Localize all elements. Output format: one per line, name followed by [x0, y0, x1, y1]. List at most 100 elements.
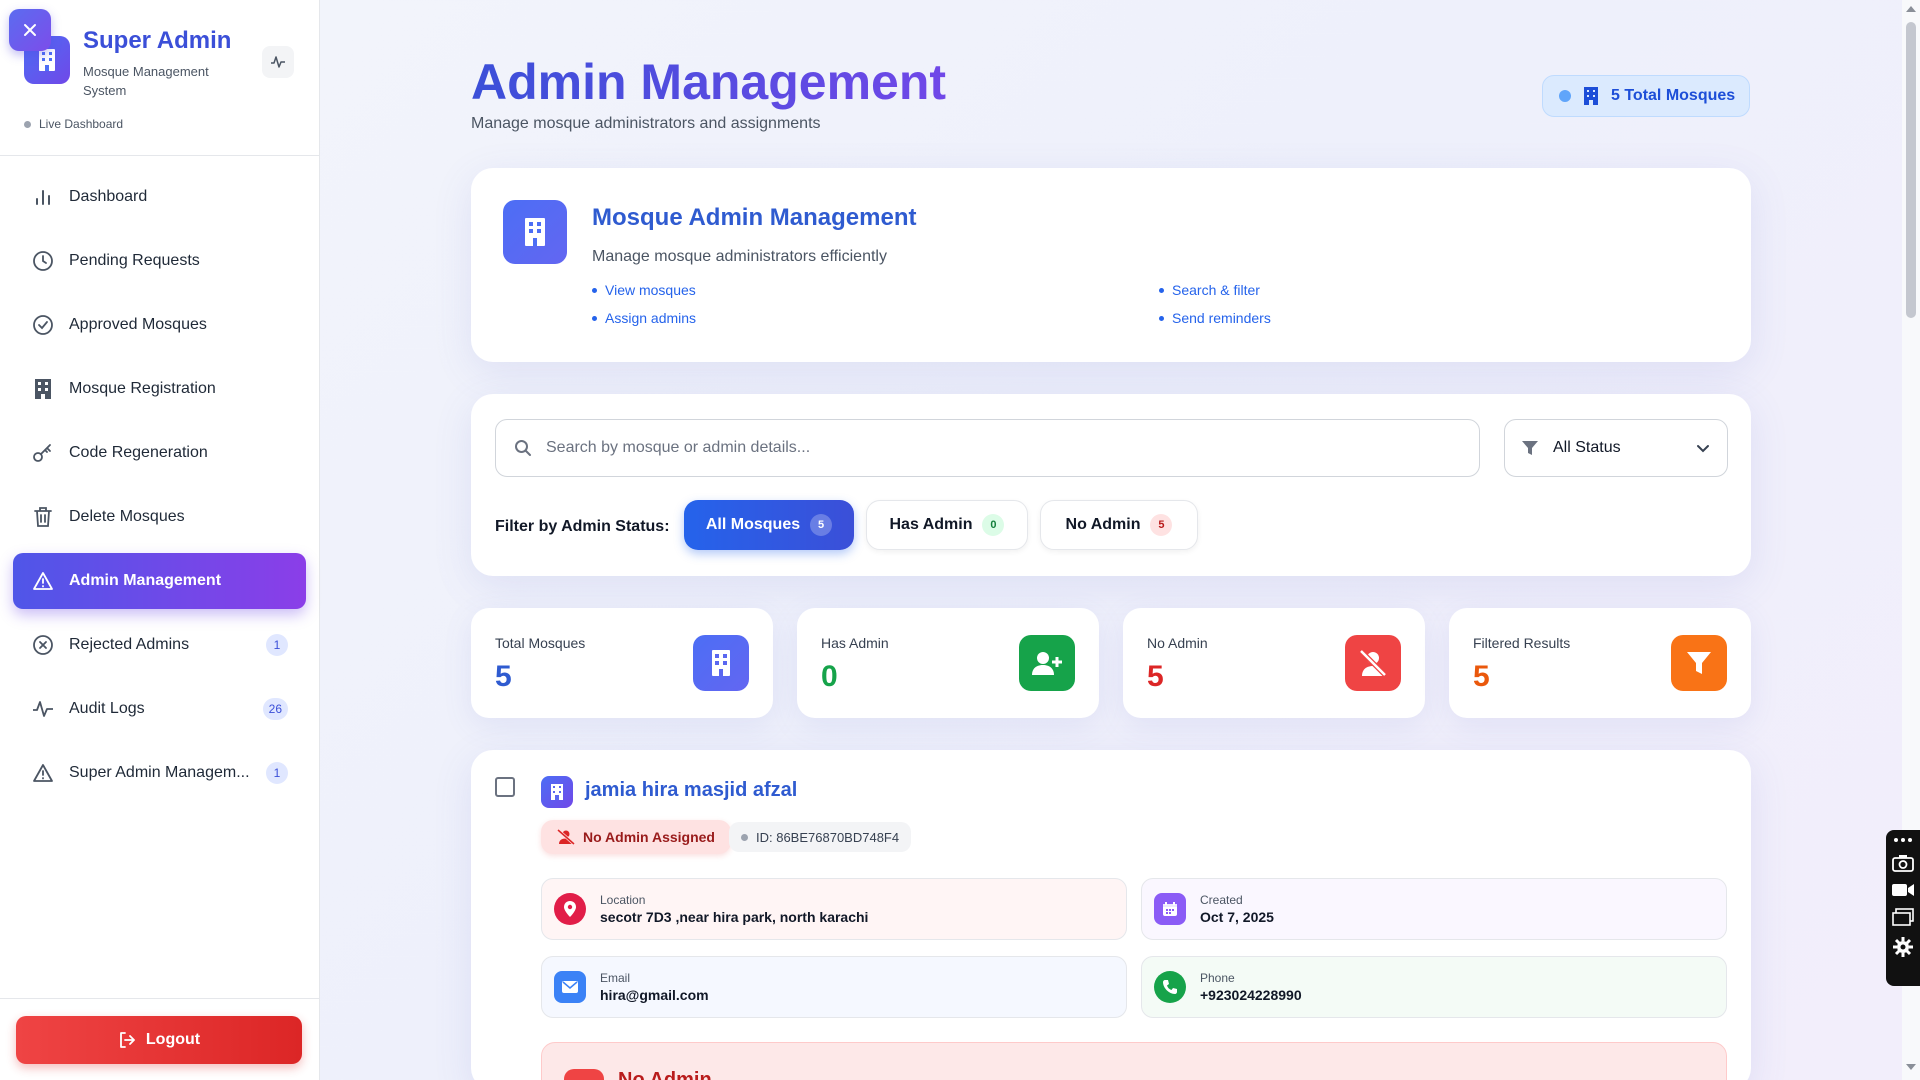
sidebar-item-label: Approved Mosques	[69, 316, 207, 333]
chip-count: 5	[810, 514, 833, 536]
total-mosques-label: 5 Total Mosques	[1611, 87, 1736, 104]
main-content: Admin Management Manage mosque administr…	[320, 0, 1900, 1080]
status-dot	[24, 120, 31, 128]
filter-card: Search by mosque or admin details... All…	[471, 394, 1751, 576]
sidebar: Super Admin Mosque Management System Liv…	[0, 0, 320, 1080]
sidebar-item-code-regeneration[interactable]: Code Regeneration	[13, 425, 306, 481]
filter-label: Filter by Admin Status:	[495, 518, 670, 535]
activity-icon	[31, 697, 55, 721]
stat-no-admin: No Admin 5	[1123, 608, 1425, 718]
window-icon[interactable]	[1892, 908, 1914, 926]
building-icon	[31, 377, 55, 401]
page-subtitle: Manage mosque administrators and assignm…	[471, 115, 821, 132]
close-sidebar-button[interactable]	[9, 9, 51, 51]
feature-item: Assign admins	[592, 310, 696, 326]
filter-icon	[1522, 441, 1538, 455]
feature-label: View mosques	[605, 282, 696, 298]
email-field: Email hira@gmail.com	[541, 956, 1127, 1018]
user-slash-icon	[557, 829, 575, 845]
activity-button[interactable]	[262, 46, 294, 78]
sidebar-item-label: Dashboard	[69, 188, 148, 205]
sidebar-item-pending-requests[interactable]: Pending Requests	[13, 233, 306, 289]
mosque-name[interactable]: jamia hira masjid afzal	[585, 779, 797, 802]
building-icon	[693, 635, 749, 691]
phone-field: Phone +923024228990	[1141, 956, 1727, 1018]
stat-value: 0	[821, 660, 838, 693]
stat-filtered-results: Filtered Results 5	[1449, 608, 1751, 718]
mail-icon	[554, 971, 586, 1003]
filter-icon	[1671, 635, 1727, 691]
stat-total-mosques: Total Mosques 5	[471, 608, 773, 718]
more-icon[interactable]	[1892, 836, 1914, 844]
bullet	[592, 287, 597, 293]
sidebar-item-label: Audit Logs	[69, 700, 145, 717]
close-icon	[24, 24, 36, 36]
total-mosques-badge: 5 Total Mosques	[1542, 75, 1750, 117]
sidebar-item-label: Rejected Admins	[69, 636, 190, 653]
sidebar-item-rejected-admins[interactable]: Rejected Admins 1	[13, 617, 306, 673]
map-pin-icon	[554, 893, 586, 925]
sidebar-item-super-admin-management[interactable]: Super Admin Managem... 1	[13, 745, 306, 801]
info-card: Mosque Admin Management Manage mosque ad…	[471, 168, 1751, 362]
user-plus-icon	[1019, 635, 1075, 691]
feature-item: Search & filter	[1159, 282, 1260, 298]
search-input[interactable]: Search by mosque or admin details...	[495, 419, 1480, 477]
status-badge-label: No Admin Assigned	[583, 829, 715, 845]
info-card-title: Mosque Admin Management	[592, 204, 917, 231]
field-label: Location	[600, 893, 646, 907]
field-value[interactable]: +923024228990	[1200, 987, 1302, 1003]
sidebar-item-audit-logs[interactable]: Audit Logs 26	[13, 681, 306, 737]
sidebar-item-approved-mosques[interactable]: Approved Mosques	[13, 297, 306, 353]
sidebar-item-label: Delete Mosques	[69, 508, 185, 525]
bullet	[1159, 287, 1164, 293]
feature-label: Search & filter	[1172, 282, 1260, 298]
scroll-up-icon[interactable]	[1906, 6, 1916, 12]
building-icon	[503, 200, 567, 264]
stat-value: 5	[1147, 660, 1164, 693]
stat-has-admin: Has Admin 0	[797, 608, 1099, 718]
sidebar-item-dashboard[interactable]: Dashboard	[13, 169, 306, 225]
video-icon[interactable]	[1891, 882, 1915, 898]
live-label: Live Dashboard	[39, 117, 124, 131]
warning-icon	[31, 761, 55, 785]
scroll-down-icon[interactable]	[1906, 1064, 1916, 1070]
stat-value: 5	[1473, 660, 1490, 693]
chip-count: 0	[982, 514, 1005, 536]
field-label: Email	[600, 971, 631, 985]
chip-has-admin[interactable]: Has Admin 0	[866, 500, 1028, 550]
key-icon	[31, 441, 55, 465]
count-badge: 26	[262, 698, 288, 720]
divider	[0, 155, 320, 156]
count-badge: 1	[266, 762, 288, 784]
sidebar-item-admin-management[interactable]: Admin Management	[13, 553, 306, 609]
chip-label: All Mosques	[705, 516, 801, 533]
camera-icon[interactable]	[1892, 854, 1914, 872]
logout-label: Logout	[145, 1031, 201, 1048]
field-value[interactable]: hira@gmail.com	[600, 987, 709, 1003]
feature-label: Send reminders	[1172, 310, 1271, 326]
divider	[0, 998, 320, 999]
chip-all-mosques[interactable]: All Mosques 5	[684, 500, 854, 550]
calendar-icon	[1154, 893, 1186, 925]
search-placeholder: Search by mosque or admin details...	[546, 439, 811, 456]
status-dot	[1559, 90, 1571, 102]
sidebar-item-delete-mosques[interactable]: Delete Mosques	[13, 489, 306, 545]
field-value: secotr 7D3 ,near hira park, north karach…	[600, 909, 869, 925]
sidebar-item-mosque-registration[interactable]: Mosque Registration	[13, 361, 306, 417]
select-checkbox[interactable]	[495, 777, 515, 797]
status-badge: No Admin Assigned	[541, 820, 731, 854]
gear-icon[interactable]	[1892, 936, 1914, 958]
scrollbar-thumb[interactable]	[1906, 22, 1916, 318]
chip-label: No Admin	[1065, 516, 1141, 533]
stat-label: Has Admin	[821, 635, 889, 651]
logout-icon	[119, 1032, 135, 1048]
logout-button[interactable]: Logout	[16, 1016, 302, 1064]
sidebar-item-label: Pending Requests	[69, 252, 200, 269]
chip-no-admin[interactable]: No Admin 5	[1040, 500, 1198, 550]
warning-icon	[31, 569, 55, 593]
count-badge: 1	[266, 634, 288, 656]
brand-subtitle: Mosque Management System	[83, 64, 209, 98]
trash-icon	[31, 505, 55, 529]
search-icon	[515, 440, 531, 456]
status-dropdown[interactable]: All Status	[1504, 419, 1728, 477]
